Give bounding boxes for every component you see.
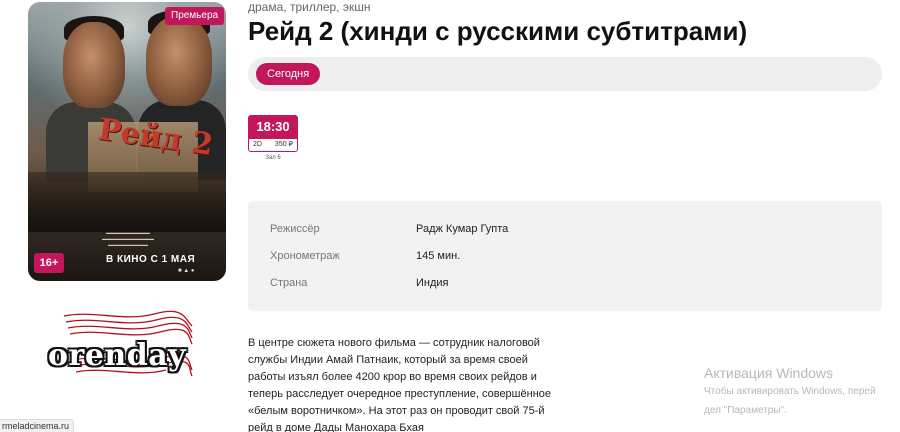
- info-value: Радж Кумар Гупта: [416, 223, 509, 235]
- info-label: Страна: [270, 277, 308, 289]
- info-label: Хронометраж: [270, 250, 340, 262]
- info-label: Режиссёр: [270, 223, 320, 235]
- logo-wordmark: orenday: [48, 338, 187, 373]
- session-format: 2D: [253, 141, 262, 148]
- status-url: rmeladcinema.ru: [0, 419, 75, 432]
- movie-genres: драма, триллер, экшн: [248, 0, 371, 14]
- info-value: 145 мин.: [416, 250, 461, 262]
- poster-face-right: [146, 16, 212, 106]
- age-rating-badge: 16+: [34, 253, 64, 273]
- watermark-line: Чтобы активировать Windows, перей: [704, 386, 876, 397]
- date-tab-today[interactable]: Сегодня: [256, 63, 321, 85]
- poster-face-left: [63, 22, 125, 108]
- session-meta: 2D 350 ₽: [248, 139, 298, 152]
- orenday-logo[interactable]: orenday: [46, 308, 204, 384]
- page-title: Рейд 2 (хинди с русскими субтитрами): [248, 16, 748, 46]
- watermark-title: Активация Windows: [704, 365, 834, 381]
- movie-info-panel: Режиссёр Радж Кумар Гупта Хронометраж 14…: [248, 201, 882, 311]
- premiere-badge: Премьера: [165, 7, 225, 25]
- session-price: 350 ₽: [274, 141, 293, 148]
- poster-credits: ▬▬▬▬▬▬▬▬▬▬▬ ▬▬▬▬▬▬▬▬▬▬▬▬▬ ▬▬▬▬▬▬▬▬▬▬: [102, 230, 154, 247]
- session-card[interactable]: 18:30 2D 350 ₽ Зал 6: [248, 115, 298, 161]
- poster-release-date: В КИНО С 1 МАЯ: [106, 254, 196, 265]
- info-value: Индия: [416, 277, 449, 289]
- movie-description: В центре сюжета нового фильма — сотрудни…: [248, 337, 552, 432]
- date-selector: Сегодня: [248, 57, 882, 91]
- windows-activation-watermark: Активация Windows Чтобы активировать Win…: [704, 365, 876, 419]
- watermark-line: дел "Параметры".: [704, 405, 787, 416]
- session-hall: Зал 6: [265, 155, 281, 161]
- poster-logos-icon: ■ ▲ ●: [178, 268, 195, 274]
- poster-crowd: [28, 172, 226, 232]
- session-time[interactable]: 18:30: [248, 115, 298, 139]
- movie-poster[interactable]: Рейд 2 ▬▬▬▬▬▬▬▬▬▬▬ ▬▬▬▬▬▬▬▬▬▬▬▬▬ ▬▬▬▬▬▬▬▬▬…: [28, 2, 226, 281]
